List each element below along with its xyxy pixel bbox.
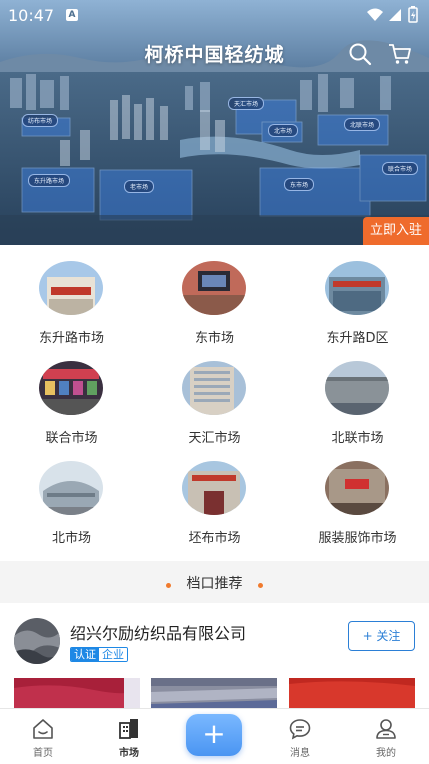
signal-icon [389, 9, 401, 21]
map-label[interactable]: 东市场 [284, 178, 315, 191]
dot-icon [258, 583, 263, 588]
market-name: 天汇市场 [188, 431, 241, 446]
status-bar: 10:47 A [0, 0, 429, 30]
market-photo [325, 261, 389, 315]
market-name: 北市场 [51, 531, 91, 546]
nav-label: 首页 [33, 748, 53, 759]
market-photo [182, 461, 246, 515]
section-title: 档口推荐 [186, 576, 243, 592]
shop-avatar [14, 618, 60, 664]
market-name: 服装服饰市场 [318, 531, 397, 546]
map-label[interactable]: 纺布市场 [22, 114, 59, 127]
map-label[interactable]: 联合市场 [382, 162, 419, 175]
map-label[interactable]: 天汇市场 [228, 97, 265, 110]
market-item[interactable]: 天汇市场 [143, 345, 286, 446]
app-screen: 10:47 A 柯桥中国轻纺城 纺布市场 天汇市场 北市场 北联市场 东升路市场… [0, 0, 429, 764]
market-name: 东升路D区 [326, 331, 389, 346]
market-photo [39, 361, 103, 415]
market-photo [182, 261, 246, 315]
search-icon[interactable] [348, 42, 372, 66]
market-item[interactable]: 坯布市场 [143, 445, 286, 546]
nav-item-profile[interactable]: 我的 [343, 709, 429, 764]
certified-badge: 认证 企业 [70, 647, 128, 662]
status-system-icons [367, 6, 418, 23]
status-time: 10:47 [8, 6, 55, 25]
market-photo [39, 261, 103, 315]
market-icon [119, 719, 138, 739]
market-item[interactable]: 东升路D区 [286, 245, 429, 346]
home-icon [33, 719, 53, 739]
market-photo [325, 361, 389, 415]
section-header: 档口推荐 [0, 561, 429, 603]
map-label[interactable]: 北联市场 [344, 118, 381, 131]
market-grid: 东升路市场 东市场 东升路D区 联合市场 天汇市场 北联市场 北市场 坯布市场 … [0, 245, 429, 561]
nav-item-messages[interactable]: 消息 [257, 709, 343, 764]
market-photo [182, 361, 246, 415]
market-photo [39, 461, 103, 515]
market-photo [325, 461, 389, 515]
cart-icon[interactable] [388, 42, 412, 66]
shop-card[interactable]: 绍兴尔励纺织品有限公司 认证 企业 + 关注 [0, 603, 429, 713]
map-label[interactable]: 北市场 [268, 124, 299, 137]
market-item[interactable]: 联合市场 [0, 345, 143, 446]
market-name: 联合市场 [45, 431, 98, 446]
shop-name[interactable]: 绍兴尔励纺织品有限公司 [70, 620, 246, 644]
market-item[interactable]: 东市场 [143, 245, 286, 346]
market-item[interactable]: 北市场 [0, 445, 143, 546]
market-name: 东升路市场 [38, 331, 104, 346]
market-name: 东市场 [194, 331, 234, 346]
nav-label: 市场 [119, 748, 139, 759]
badge-cert-label: 认证 [71, 648, 99, 661]
nav-item-home[interactable]: 首页 [0, 709, 86, 764]
follow-button[interactable]: + 关注 [348, 621, 415, 651]
market-item[interactable]: 东升路市场 [0, 245, 143, 346]
publish-plus-button[interactable]: + [186, 714, 242, 756]
profile-icon [376, 719, 396, 739]
market-name: 坯布市场 [188, 531, 241, 546]
hero-banner[interactable]: 10:47 A 柯桥中国轻纺城 纺布市场 天汇市场 北市场 北联市场 东升路市场… [0, 0, 429, 245]
market-item[interactable]: 服装服饰市场 [286, 445, 429, 546]
wifi-icon [367, 8, 383, 21]
settle-in-button[interactable]: 立即入驻 [363, 217, 429, 245]
nav-item-market[interactable]: 市场 [86, 709, 172, 764]
notification-icon: A [66, 9, 78, 21]
map-label[interactable]: 东升路市场 [28, 174, 71, 187]
nav-label: 消息 [290, 748, 310, 759]
map-label[interactable]: 老市场 [124, 180, 155, 193]
market-item[interactable]: 北联市场 [286, 345, 429, 446]
message-icon [289, 719, 311, 740]
badge-type-label: 企业 [99, 648, 127, 661]
nav-label: 我的 [376, 748, 396, 759]
market-name: 北联市场 [331, 431, 384, 446]
